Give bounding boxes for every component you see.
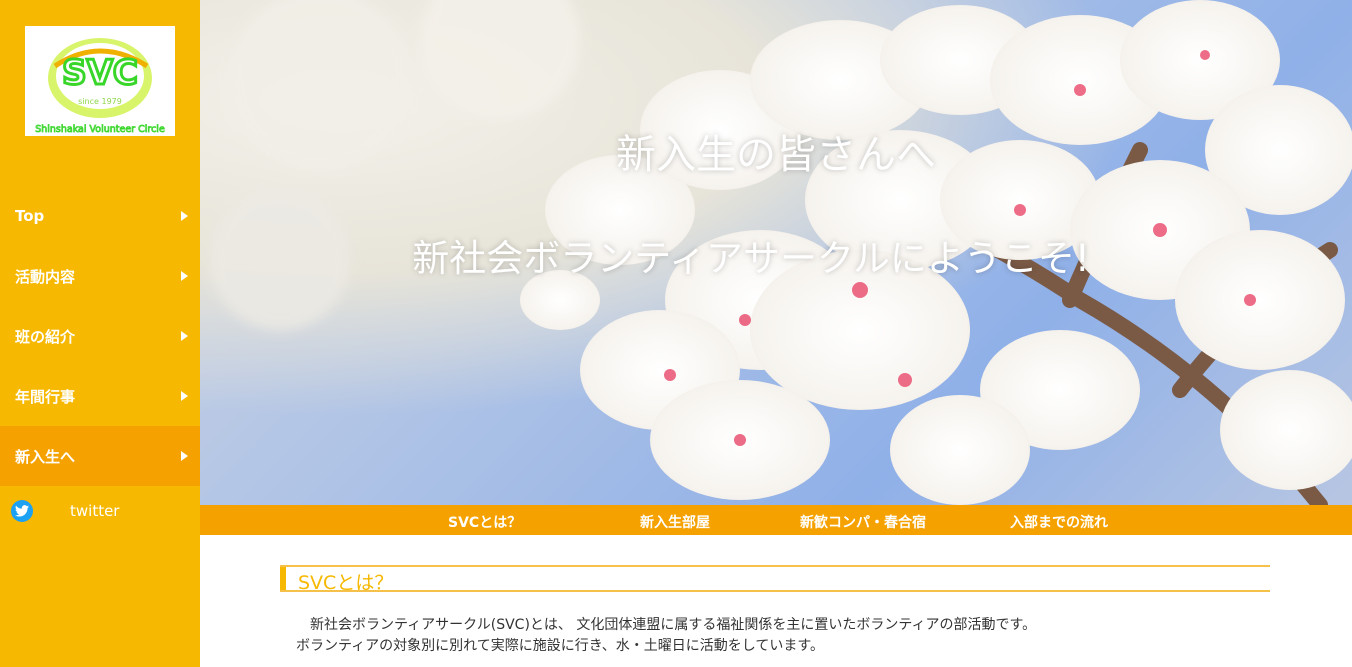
heading-accent-bar [280,567,286,590]
sidebar-item-label: 班の紹介 [15,327,76,346]
twitter-link[interactable]: twitter [0,496,200,526]
chevron-right-icon [181,211,188,221]
sidebar-item-freshmen[interactable]: 新入生へ [0,426,200,486]
sidebar-item-groups[interactable]: 班の紹介 [0,306,200,366]
section-title: SVCとは？ [298,572,394,594]
sidebar-item-label: Top [15,207,45,225]
logo-mark: SVC [62,53,138,93]
subnav-link-about-svc[interactable]: SVCとは？ [448,512,521,532]
twitter-label: twitter [70,502,120,520]
chevron-right-icon [181,451,188,461]
hero-subtitle: 新社会ボランティアサークルにようこそ! [412,237,1090,280]
sidebar-item-label: 年間行事 [15,387,76,406]
sidebar-item-activities[interactable]: 活動内容 [0,246,200,306]
chevron-right-icon [181,331,188,341]
section-nav: SVCとは？ 新入生部屋 新歓コンパ・春合宿 入部までの流れ [200,505,1352,535]
sidebar-item-top[interactable]: Top [0,186,200,246]
sidebar-item-annual-events[interactable]: 年間行事 [0,366,200,426]
hero-title: 新入生の皆さんへ [616,132,936,178]
subnav-link-welcome-party[interactable]: 新歓コンパ・春合宿 [800,512,926,532]
logo-tagline: Shinshakai Volunteer Circle [35,124,165,135]
chevron-right-icon [181,391,188,401]
svc-logo-image: SVC since 1979 Shinshakai Volunteer Circ… [35,38,165,135]
section-paragraph: ボランティアの対象別に別れて実際に施設に行き、水・土曜日に活動をしています。 [296,638,824,654]
sidebar-item-label: 活動内容 [15,267,76,286]
section-paragraph: 新社会ボランティアサークル(SVC)とは、 文化団体連盟に属する福祉関係を主に置… [310,617,1037,633]
subnav-link-freshmen-room[interactable]: 新入生部屋 [640,512,710,532]
logo-since: since 1979 [78,97,122,106]
subnav-link-joining-flow[interactable]: 入部までの流れ [1010,512,1108,532]
svc-logo[interactable]: SVC since 1979 Shinshakai Volunteer Circ… [25,26,175,136]
section-heading: SVCとは？ [280,565,1270,594]
sidebar-item-label: 新入生へ [15,447,76,466]
sidebar-nav: Top 活動内容 班の紹介 年間行事 新入生へ [0,186,200,486]
twitter-icon [11,500,33,522]
chevron-right-icon [181,271,188,281]
sidebar: SVC since 1979 Shinshakai Volunteer Circ… [0,0,200,667]
hero-banner: 新入生の皆さんへ 新社会ボランティアサークルにようこそ! [200,0,1352,505]
